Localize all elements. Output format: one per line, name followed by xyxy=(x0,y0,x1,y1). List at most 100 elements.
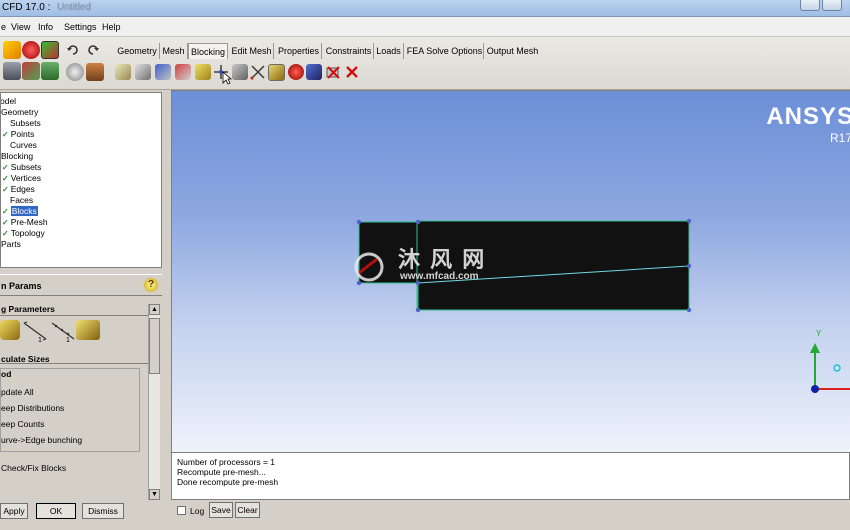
tab-edit-mesh[interactable]: Edit Mesh xyxy=(230,43,274,59)
lightning-icon[interactable] xyxy=(3,41,21,59)
table-icon[interactable] xyxy=(41,62,59,80)
menu-view[interactable]: View xyxy=(11,22,30,32)
tree-item[interactable]: ✓ Topology xyxy=(2,228,45,238)
tree-item-label: Curves xyxy=(10,140,37,150)
tree-item-label: Points xyxy=(10,129,35,139)
scroll-thumb[interactable] xyxy=(149,318,160,374)
visible-check-icon[interactable]: ✓ xyxy=(2,185,9,194)
tab-constraints[interactable]: Constraints xyxy=(324,43,374,59)
tree-item[interactable]: ✓ Edges xyxy=(2,184,35,194)
vertex[interactable] xyxy=(415,219,421,225)
svg-text:1: 1 xyxy=(38,337,42,342)
pre-mesh-params-icon-2[interactable] xyxy=(0,320,20,340)
delete-block-icon[interactable] xyxy=(325,64,341,80)
vertex[interactable] xyxy=(686,307,692,313)
check-fix-blocks-option[interactable]: Check/Fix Blocks xyxy=(1,463,66,473)
check-blocks-icon[interactable] xyxy=(306,64,322,80)
edge-params-icon[interactable]: 1 xyxy=(22,320,48,344)
message-controls: Log Save Clear xyxy=(171,500,850,530)
minimize-button[interactable] xyxy=(800,0,820,11)
option-keep-distributions[interactable]: eep Distributions xyxy=(1,403,64,413)
tab-output-mesh[interactable]: Output Mesh xyxy=(485,43,540,59)
option-curve-edge-bunching[interactable]: urve->Edge bunching xyxy=(1,435,82,445)
scale-sizes-icon[interactable]: 1 xyxy=(50,320,76,344)
visible-check-icon[interactable]: ✓ xyxy=(2,207,9,216)
vertex[interactable] xyxy=(356,280,362,286)
menu-settings[interactable]: Settings xyxy=(64,22,97,32)
tree-item[interactable]: Curves xyxy=(2,140,37,150)
vertex[interactable] xyxy=(686,218,692,224)
scroll-up-arrow[interactable]: ▲ xyxy=(149,304,160,315)
pre-mesh-smooth-icon[interactable] xyxy=(288,64,304,80)
window-title: CFD 17.0 : Untitled xyxy=(2,2,91,13)
svg-text:1: 1 xyxy=(66,337,70,342)
help-icon[interactable]: ? xyxy=(144,278,158,292)
dismiss-button[interactable]: Dismiss xyxy=(82,503,124,519)
merge-vertices-icon[interactable] xyxy=(155,64,171,80)
tree-item[interactable]: ✓ Subsets xyxy=(2,162,41,172)
tree-item[interactable]: odel xyxy=(1,96,16,106)
update-sizes-icon[interactable] xyxy=(76,320,100,340)
vertex[interactable] xyxy=(415,307,421,313)
tree-item-label: Blocks xyxy=(10,206,38,216)
display-icon[interactable] xyxy=(41,41,59,59)
ok-button[interactable]: OK xyxy=(36,503,76,519)
tree-item[interactable]: ✓ Vertices xyxy=(2,173,41,183)
apply-button[interactable]: Apply xyxy=(0,503,28,519)
tab-blocking[interactable]: Blocking xyxy=(188,43,228,59)
redo-icon[interactable] xyxy=(86,43,100,57)
watermark-cn: 沐 风 网 xyxy=(398,247,487,272)
visible-check-icon[interactable]: ✓ xyxy=(2,130,9,139)
split-block-icon[interactable] xyxy=(135,64,151,80)
tools-icon[interactable] xyxy=(22,62,40,80)
visible-check-icon[interactable]: ✓ xyxy=(2,174,9,183)
associate-icon[interactable] xyxy=(195,64,211,80)
tree-item[interactable]: Faces xyxy=(2,195,33,205)
visible-check-icon[interactable]: ✓ xyxy=(2,218,9,227)
clear-button[interactable]: Clear xyxy=(235,502,260,518)
edit-block-icon[interactable] xyxy=(175,64,191,80)
sphere-icon[interactable] xyxy=(22,41,40,59)
tree-item[interactable]: Blocking xyxy=(1,151,33,161)
tab-properties[interactable]: Properties xyxy=(276,43,322,59)
graphics-viewport[interactable]: ANSYS R17 沐 风 网 www.mfcad.com Y xyxy=(171,90,850,452)
edit-edge-icon[interactable] xyxy=(250,64,266,80)
menu-help[interactable]: Help xyxy=(102,22,121,32)
delete-icon[interactable] xyxy=(344,64,360,80)
log-label: Log xyxy=(190,506,205,516)
save-button[interactable]: Save xyxy=(209,502,233,518)
tree-item-label: Subsets xyxy=(10,118,41,128)
tab-loads[interactable]: Loads xyxy=(374,43,404,59)
tree-item[interactable]: ✓ Blocks xyxy=(2,206,38,216)
pre-mesh-params-icon[interactable] xyxy=(268,64,285,81)
house-icon[interactable] xyxy=(86,63,104,81)
tree-item[interactable]: ✓ Pre-Mesh xyxy=(2,217,48,227)
vertex[interactable] xyxy=(686,263,692,269)
tree-item[interactable]: ✓ Points xyxy=(2,129,34,139)
tab-fea-solve-options[interactable]: FEA Solve Options xyxy=(406,43,484,59)
transform-block-icon[interactable] xyxy=(232,64,248,80)
menu-file-fragment[interactable]: e xyxy=(1,22,6,32)
globe-icon[interactable] xyxy=(66,63,84,81)
option-update-all[interactable]: pdate All xyxy=(1,387,34,397)
message-line: Number of processors = 1 xyxy=(177,457,276,467)
mesh-view-icon[interactable] xyxy=(3,62,21,80)
title-bar: CFD 17.0 : Untitled xyxy=(0,0,850,17)
undo-icon[interactable] xyxy=(66,43,80,57)
vertex[interactable] xyxy=(356,219,362,225)
params-scrollbar[interactable]: ▲ ▼ xyxy=(148,304,160,500)
tree-item[interactable]: Geometry xyxy=(1,107,38,117)
tree-item[interactable]: Subsets xyxy=(2,118,41,128)
menu-info[interactable]: Info xyxy=(38,22,53,32)
message-window: Number of processors = 1 Recompute pre-m… xyxy=(171,452,850,500)
log-checkbox[interactable] xyxy=(177,506,186,515)
visible-check-icon[interactable]: ✓ xyxy=(2,163,9,172)
option-keep-counts[interactable]: eep Counts xyxy=(1,419,44,429)
maximize-button[interactable] xyxy=(822,0,842,11)
tab-mesh[interactable]: Mesh xyxy=(160,43,188,59)
tree-item[interactable]: Parts xyxy=(1,239,21,249)
scroll-down-arrow[interactable]: ▼ xyxy=(149,489,160,500)
visible-check-icon[interactable]: ✓ xyxy=(2,229,9,238)
create-block-icon[interactable] xyxy=(115,64,131,80)
tab-geometry[interactable]: Geometry xyxy=(115,43,160,59)
